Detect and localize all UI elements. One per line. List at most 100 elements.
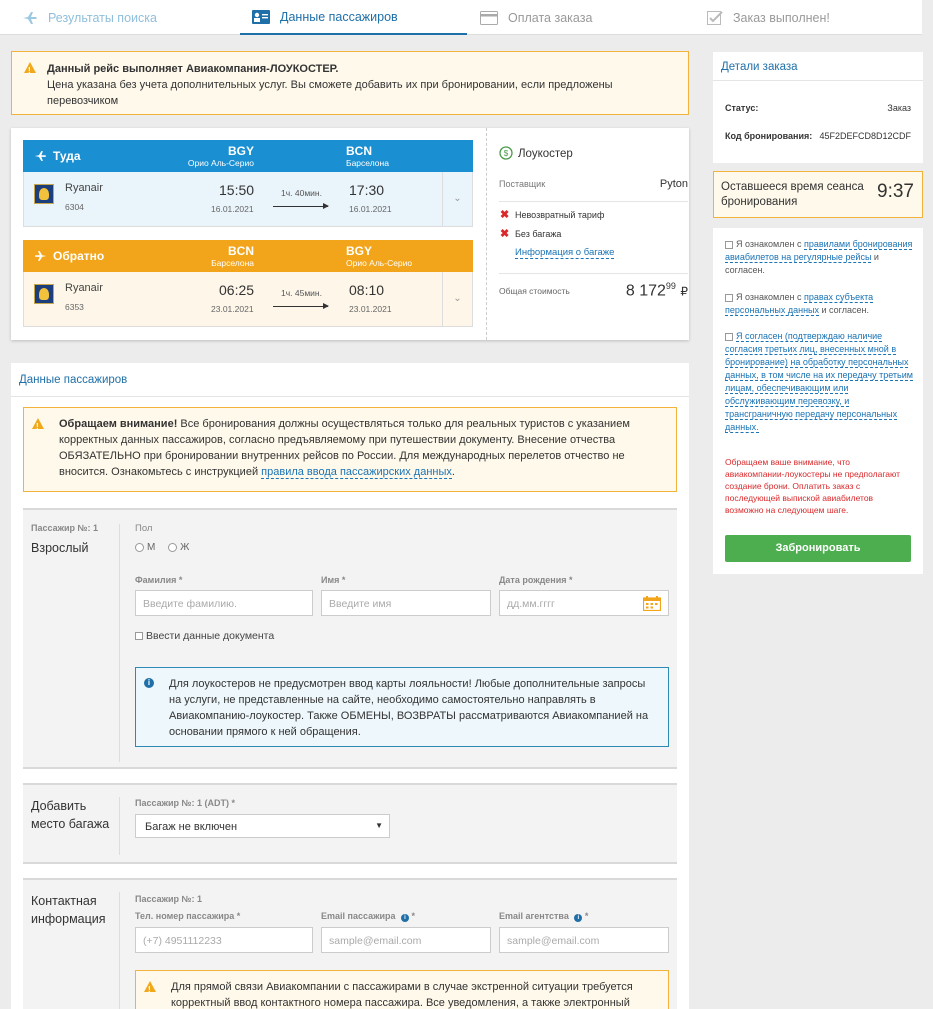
id-card-icon (252, 9, 270, 24)
agency-email-input[interactable]: sample@email.com (499, 927, 669, 953)
baggage-select-value: Багаж не включен (145, 821, 238, 833)
departure-time: 06:25 (219, 282, 255, 298)
gender-m-radio[interactable] (135, 542, 144, 552)
ryanair-logo (34, 184, 54, 204)
arrival-time: 17:30 (349, 182, 385, 198)
ryanair-logo (34, 284, 54, 304)
document-checkbox[interactable] (135, 632, 143, 641)
email-label: Email пассажира i * (321, 911, 416, 922)
step-payment[interactable]: Оплата заказа (480, 0, 592, 35)
timer-value: 9:37 (877, 181, 914, 202)
loyalty-info-text: Для лоукостеров не предусмотрен ввод кар… (169, 678, 649, 738)
card-divider (486, 128, 487, 340)
arrow-icon (273, 203, 329, 209)
warning-title: Данный рейс выполняет Авиакомпания-ЛОУКО… (47, 63, 339, 75)
agreement-rules[interactable]: Я ознакомлен с правилами бронирования ав… (725, 238, 913, 277)
session-timer: Оставшееся время сеанса бронирования 9:3… (713, 171, 923, 218)
email-label-text: Email пассажира (321, 911, 396, 921)
expand-chevron-icon[interactable]: ⌄ (442, 172, 472, 226)
outbound-header: Туда BGY Орио Аль-Серио BCN Барселона (23, 140, 473, 172)
fare-brand: Лоукостер (518, 148, 573, 160)
airline-name: Ryanair (65, 282, 103, 294)
calendar-icon[interactable] (643, 596, 661, 611)
gender-f-radio[interactable] (168, 542, 178, 552)
agency-email-label-text: Email агентства (499, 911, 569, 921)
document-checkbox-row[interactable]: Ввести данные документа (135, 630, 274, 642)
supplier-label: Поставщик (499, 179, 546, 189)
timer-label: Оставшееся время сеанса бронирования (721, 181, 864, 208)
from-city: Барселона (211, 258, 254, 268)
total-price: 8 17299 ₽ (626, 281, 688, 300)
consent-link[interactable]: Я согласен (подтверждаю наличие согласия… (725, 331, 913, 433)
baggage-select[interactable]: Багаж не включен ▼ (135, 814, 390, 838)
expand-chevron-icon[interactable]: ⌄ (442, 272, 472, 326)
agreement-checkbox[interactable] (725, 293, 733, 302)
vertical-divider (119, 524, 120, 762)
step-done[interactable]: Заказ выполнен! (707, 0, 830, 35)
agreement-consent[interactable]: Я согласен (подтверждаю наличие согласия… (725, 330, 913, 434)
plane-icon (34, 151, 47, 161)
price-main: 8 172 (625, 282, 666, 300)
agreement-text: и согласен. (819, 305, 869, 315)
agreement-checkbox[interactable] (725, 332, 733, 341)
passenger-rules-link[interactable]: правила ввода пассажирских данных (261, 466, 452, 479)
baggage-title: Добавить место багажа (31, 799, 110, 831)
flight-duration: 1ч. 40мин. (281, 188, 322, 198)
gender-radios: М Ж (135, 542, 189, 553)
gender-f-label: Ж (180, 542, 190, 553)
baggage-passenger-label: Пассажир №: 1 (ADT) * (135, 798, 236, 808)
step-label: Заказ выполнен! (733, 10, 830, 25)
name-label: Имя * (321, 575, 346, 585)
agreement-personal-data[interactable]: Я ознакомлен с правах субъекта персональ… (725, 291, 913, 317)
warning-icon (144, 981, 156, 998)
surname-input[interactable]: Введите фамилию. (135, 590, 313, 616)
baggage-info-link[interactable]: Информация о багаже (515, 247, 615, 259)
departure-date: 23.01.2021 (211, 304, 254, 314)
info-icon: i (144, 678, 154, 688)
name-input[interactable]: Введите имя (321, 590, 491, 616)
to-code: BCN (346, 144, 372, 158)
currency-symbol: ₽ (680, 284, 688, 299)
direction-label: Обратно (53, 249, 105, 263)
plane-icon (34, 251, 47, 261)
price-cents: 99 (665, 281, 676, 291)
info-icon[interactable]: i (574, 914, 583, 922)
booking-code-label: Код бронирования: (725, 131, 813, 141)
contact-title: Контактная информация (31, 894, 106, 926)
passenger-type: Взрослый (31, 541, 89, 555)
warning-bold: Обращаем внимание! (59, 418, 178, 430)
warning-text: Цена указана без учета дополнительных ус… (47, 79, 613, 107)
passenger-form: Пассажир №: 1 Взрослый Пол М Ж Фамилия *… (23, 508, 677, 769)
progress-steps: Результаты поиска Данные пассажиров Опла… (0, 0, 922, 35)
warning-icon (24, 62, 36, 79)
outbound-segment: Ryanair 6304 15:50 16.01.2021 1ч. 40мин.… (23, 172, 473, 227)
booking-code: 45F2DEFCD8D12CDF (819, 131, 911, 141)
contact-passenger-number: Пассажир №: 1 (135, 894, 203, 904)
divider (499, 201, 688, 202)
from-code: BGY (227, 144, 254, 158)
warning-icon (32, 418, 44, 435)
plane-icon (23, 11, 37, 24)
flight-card: Туда BGY Орио Аль-Серио BCN Барселона Ry… (11, 128, 689, 340)
step-search-results[interactable]: Результаты поиска (22, 0, 157, 35)
to-code: BGY (346, 244, 373, 258)
info-icon[interactable]: i (401, 914, 410, 922)
dropdown-caret-icon: ▼ (375, 821, 383, 830)
email-input[interactable]: sample@email.com (321, 927, 491, 953)
divider (499, 273, 688, 274)
supplier-name: Pyton (659, 178, 688, 190)
departure-time: 15:50 (219, 182, 255, 198)
svg-text:$: $ (504, 149, 509, 158)
fare-condition: Без багажа (515, 229, 562, 239)
birthdate-input[interactable]: дд.мм.гггг (499, 590, 669, 616)
status-value: Заказ (887, 103, 911, 113)
phone-input[interactable]: (+7) 4951112233 (135, 927, 313, 953)
step-passenger-data[interactable]: Данные пассажиров (240, 0, 467, 35)
inbound-header: Обратно BCN Барселона BGY Орио Аль-Серио (23, 240, 473, 272)
book-button[interactable]: Забронировать (725, 535, 911, 562)
lowcost-icon: $ (499, 146, 513, 160)
vertical-divider (119, 892, 120, 1009)
agreement-checkbox[interactable] (725, 240, 733, 249)
contact-section: Контактная информация Пассажир №: 1 Тел.… (23, 878, 677, 1009)
agreement-text: Я ознакомлен с (736, 292, 804, 302)
